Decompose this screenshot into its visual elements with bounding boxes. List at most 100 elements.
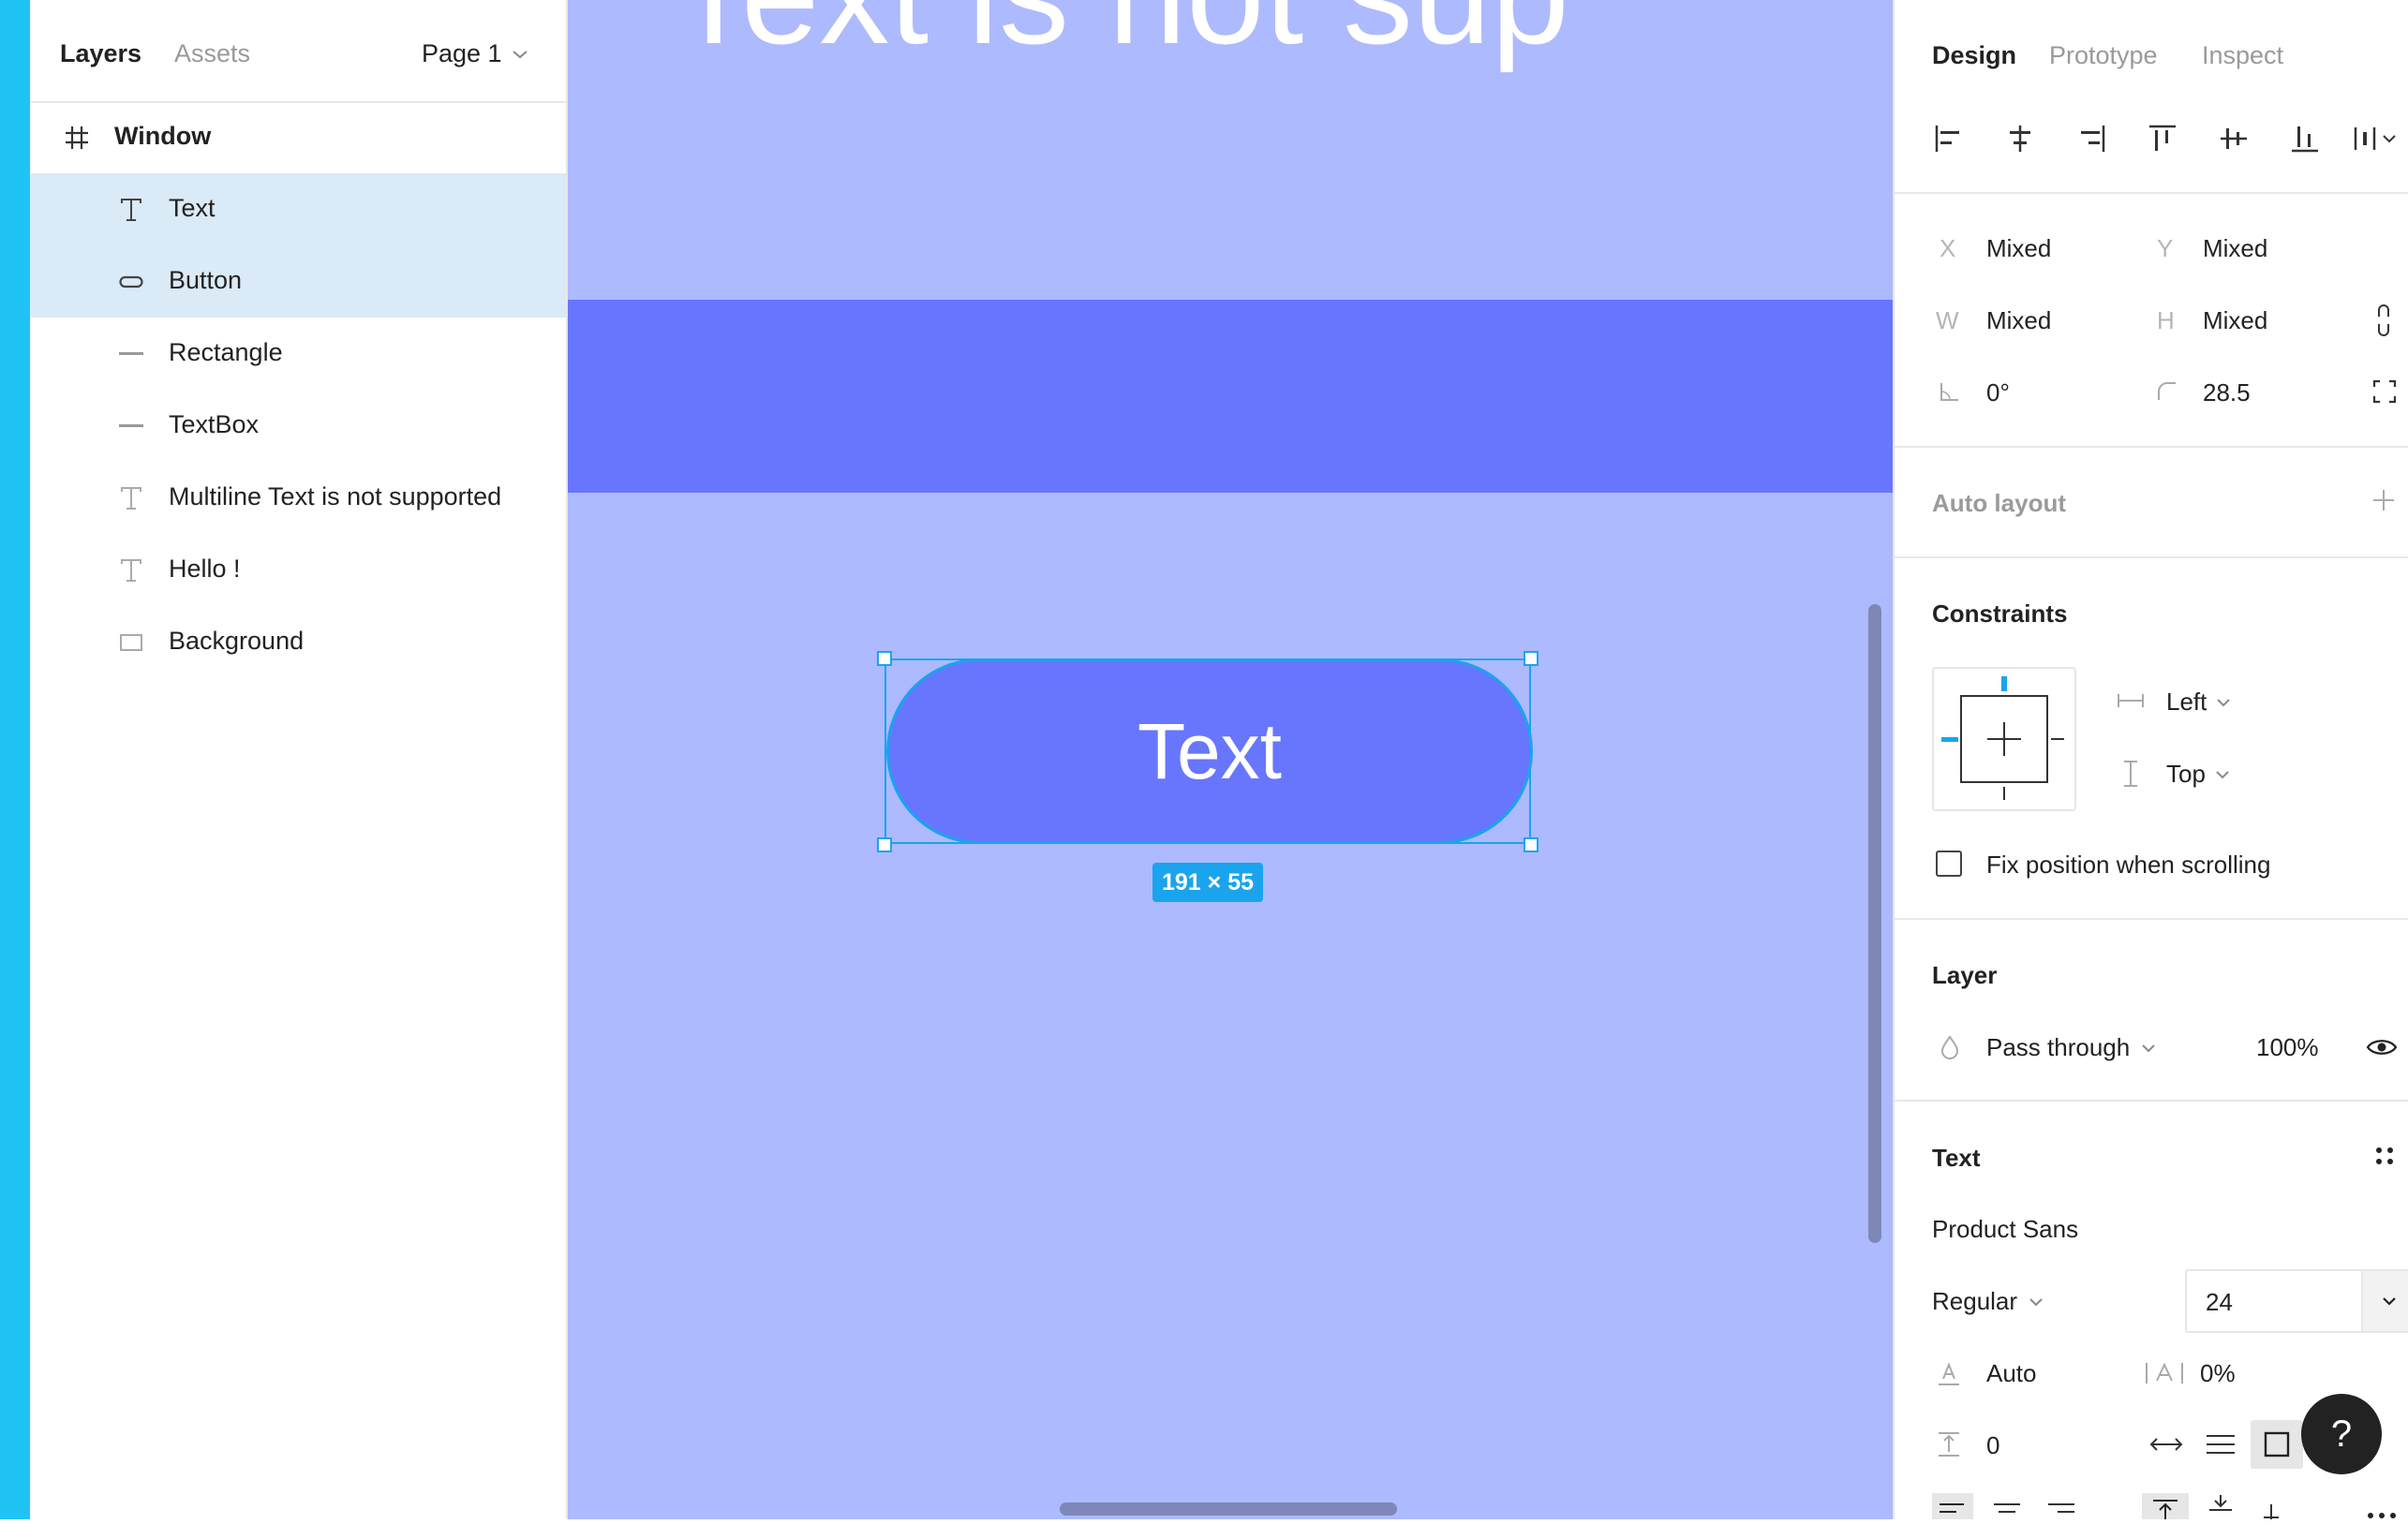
text-align-center-icon[interactable] (1986, 1493, 2028, 1519)
resize-handle[interactable] (877, 651, 892, 666)
letter-spacing-input[interactable]: 0% (2200, 1359, 2236, 1388)
layer-section-title: Layer (1932, 961, 1998, 989)
layer-row-hello[interactable]: Hello ! (30, 534, 566, 606)
h-input[interactable]: Mixed (2203, 306, 2267, 335)
text-icon (112, 534, 150, 606)
vertical-scrollbar[interactable] (1868, 604, 1881, 1243)
selection-size-badge: 191 × 55 (1152, 863, 1264, 902)
align-left-icon[interactable] (1930, 120, 1968, 157)
line-height-icon (1934, 1356, 1964, 1390)
align-vertical-center-icon[interactable] (2215, 120, 2252, 157)
design-panel: Design Prototype Inspect X Mixed Y Mixed… (1893, 0, 2408, 1519)
rotation-input[interactable]: 0° (1986, 378, 2010, 407)
fixed-size-icon[interactable] (2251, 1420, 2303, 1469)
align-right-icon[interactable] (2073, 120, 2110, 157)
layers-panel: Layers Assets Page 1 Window Text Button … (30, 0, 568, 1519)
selection-bounds (884, 658, 1531, 844)
layer-row-window[interactable]: Window (30, 101, 566, 173)
rectangle-layer[interactable] (568, 300, 1893, 493)
font-style-dropdown[interactable]: Regular (1932, 1287, 2045, 1316)
horizontal-scrollbar[interactable] (1060, 1502, 1397, 1516)
layer-label: Rectangle (169, 338, 283, 366)
chevron-down-icon (2383, 1297, 2396, 1306)
align-horizontal-center-icon[interactable] (2001, 120, 2039, 157)
text-section-title: Text (1932, 1144, 1981, 1172)
text-styles-grid-icon[interactable] (2369, 1139, 2401, 1173)
layer-row-background[interactable]: Background (30, 606, 566, 678)
fix-position-checkbox[interactable] (1936, 851, 1962, 877)
tab-assets[interactable]: Assets (174, 39, 250, 68)
corner-radius-icon (2153, 375, 2181, 408)
resize-handle[interactable] (1524, 651, 1538, 666)
add-auto-layout-plus-icon[interactable] (2367, 483, 2401, 517)
blend-mode-drop-icon (1936, 1030, 1964, 1064)
chevron-down-icon (2216, 770, 2229, 778)
canvas[interactable]: Text is not sup Text 191 × 55 (568, 0, 1893, 1519)
layer-label: Background (169, 627, 305, 655)
layer-row-button[interactable]: Button (30, 245, 566, 318)
text-align-bottom-icon[interactable] (2251, 1493, 2292, 1519)
vertical-constraint-icon (2116, 759, 2146, 789)
letter-spacing-icon (2144, 1356, 2185, 1390)
distribute-spacing-icon[interactable] (2352, 120, 2408, 157)
resize-handle[interactable] (877, 837, 892, 852)
layer-label: Button (169, 266, 243, 294)
fix-position-label: Fix position when scrolling (1986, 851, 2271, 879)
tab-inspect[interactable]: Inspect (2202, 41, 2283, 70)
font-style-value: Regular (1932, 1287, 2018, 1315)
text-align-right-icon[interactable] (2041, 1493, 2082, 1519)
more-options-icon[interactable] (2363, 1501, 2404, 1519)
multiline-text-layer[interactable]: Text is not sup (671, 0, 1569, 76)
paragraph-spacing-input[interactable]: 0 (1986, 1431, 1999, 1460)
text-align-top-icon[interactable] (2142, 1493, 2189, 1519)
text-align-middle-icon[interactable] (2200, 1493, 2241, 1519)
auto-height-icon[interactable] (2202, 1428, 2239, 1461)
layer-label: Text (169, 194, 216, 222)
line-height-input[interactable]: Auto (1986, 1359, 2037, 1388)
text-align-left-icon[interactable] (1932, 1493, 1973, 1519)
line-icon (112, 390, 150, 462)
frame-hash-icon (58, 101, 96, 173)
auto-layout-title: Auto layout (1932, 489, 2066, 517)
font-family-dropdown[interactable]: Product Sans (1932, 1215, 2078, 1244)
vertical-constraint-dropdown[interactable]: Top (2166, 760, 2232, 789)
font-size-dropdown-button[interactable] (2363, 1269, 2408, 1333)
layer-row-text[interactable]: Text (30, 173, 566, 245)
align-top-icon[interactable] (2144, 120, 2181, 157)
eye-icon[interactable] (2363, 1030, 2401, 1064)
page-selector[interactable]: Page 1 (422, 39, 530, 68)
constraints-widget[interactable] (1932, 667, 2076, 811)
divider (1895, 446, 2408, 448)
font-size-input[interactable]: 24 (2185, 1269, 2363, 1333)
constrain-proportions-icon[interactable] (2371, 302, 2397, 339)
tab-layers[interactable]: Layers (60, 39, 141, 68)
tab-design[interactable]: Design (1932, 41, 2016, 70)
divider (1895, 1100, 2408, 1102)
help-button[interactable]: ? (2301, 1394, 2382, 1474)
x-label: X (1940, 234, 1956, 262)
resize-handle[interactable] (1524, 837, 1538, 852)
w-label: W (1936, 306, 1959, 334)
y-label: Y (2157, 234, 2174, 262)
h-label: H (2157, 306, 2175, 334)
auto-width-icon[interactable] (2148, 1428, 2185, 1461)
layer-label: Hello ! (169, 555, 241, 583)
horizontal-constraint-value: Left (2166, 688, 2207, 716)
corner-radius-input[interactable]: 28.5 (2203, 378, 2251, 407)
paragraph-spacing-icon (1934, 1428, 1964, 1461)
horizontal-constraint-dropdown[interactable]: Left (2166, 688, 2233, 717)
font-size-value: 24 (2206, 1288, 2233, 1316)
chevron-down-icon (512, 50, 528, 58)
tab-prototype[interactable]: Prototype (2049, 41, 2158, 70)
y-input[interactable]: Mixed (2203, 234, 2267, 263)
w-input[interactable]: Mixed (1986, 306, 2051, 335)
blend-mode-dropdown[interactable]: Pass through (1986, 1033, 2158, 1062)
independent-corners-icon[interactable] (2369, 375, 2401, 408)
x-input[interactable]: Mixed (1986, 234, 2051, 263)
rectangle-icon (112, 606, 150, 678)
layer-row-rectangle[interactable]: Rectangle (30, 318, 566, 390)
layer-opacity-input[interactable]: 100% (2256, 1033, 2319, 1062)
align-bottom-icon[interactable] (2286, 120, 2324, 157)
layer-row-multiline-text[interactable]: Multiline Text is not supported (30, 462, 566, 534)
layer-row-textbox[interactable]: TextBox (30, 390, 566, 462)
